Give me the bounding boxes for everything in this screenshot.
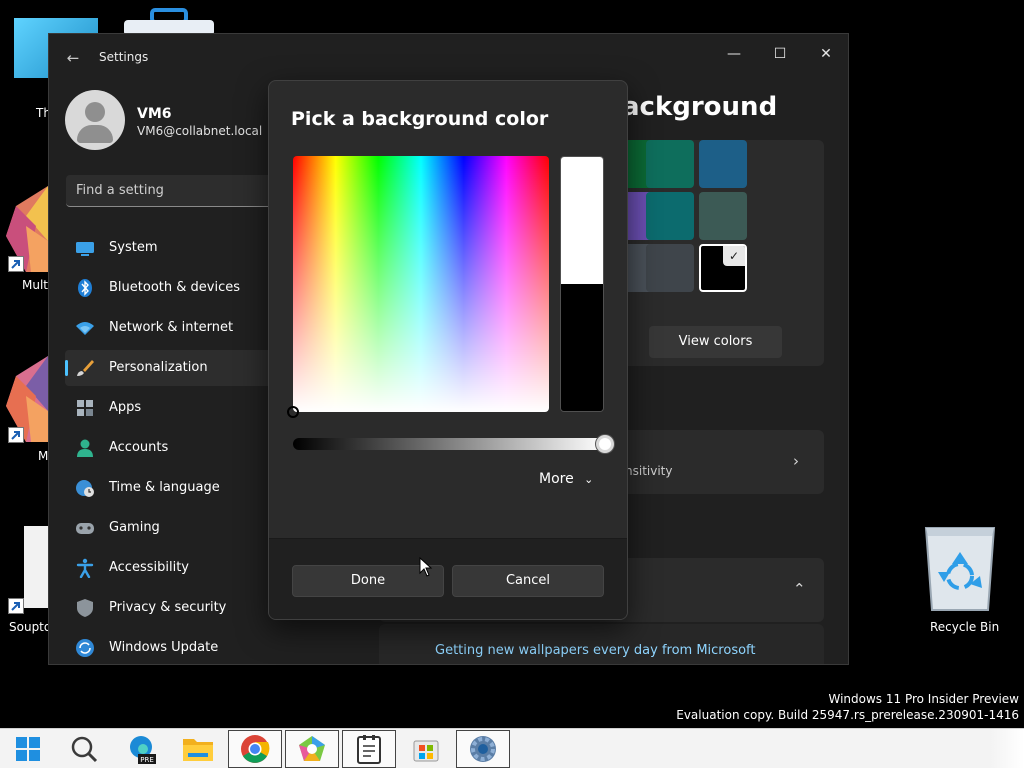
shortcut-arrow-icon — [8, 427, 24, 443]
color-preview — [560, 156, 604, 412]
back-button[interactable]: ← — [61, 48, 85, 68]
sidebar-item-label: Accessibility — [109, 560, 189, 575]
color-swatch[interactable] — [699, 192, 747, 240]
chevron-up-icon[interactable]: ⌃ — [793, 580, 806, 598]
sidebar-item-label: Privacy & security — [109, 600, 227, 615]
shortcut-arrow-icon — [8, 256, 24, 272]
color-swatch[interactable] — [646, 140, 694, 188]
bluetooth-icon — [75, 278, 95, 298]
selected-color-swatch[interactable]: ✓ — [699, 244, 747, 292]
gamepad-icon — [75, 518, 95, 538]
window-title: Settings — [99, 50, 149, 64]
contrast-description: nsitivity — [625, 464, 673, 478]
sidebar-item-label: Gaming — [109, 520, 160, 535]
taskbar: PRE — [0, 728, 1024, 768]
windows-watermark: Windows 11 Pro Insider Preview Evaluatio… — [676, 691, 1019, 723]
watermark-line-2: Evaluation copy. Build 25947.rs_prerelea… — [676, 708, 1019, 722]
view-colors-button[interactable]: View colors — [649, 326, 782, 358]
svg-text:PRE: PRE — [140, 756, 154, 764]
color-swatch[interactable] — [646, 192, 694, 240]
title-bar[interactable]: ← Settings — ☐ ✕ — [49, 34, 848, 82]
close-button[interactable]: ✕ — [803, 39, 848, 69]
taskbar-store[interactable] — [399, 730, 453, 768]
sidebar-item-label: System — [109, 240, 158, 255]
value-slider-thumb[interactable] — [596, 435, 614, 453]
apps-icon — [75, 398, 95, 418]
dialog-title: Pick a background color — [291, 108, 549, 130]
spectrum-handle[interactable] — [287, 406, 299, 418]
maximize-button[interactable]: ☐ — [757, 39, 803, 69]
globe-clock-icon — [75, 478, 95, 498]
person-icon — [75, 438, 95, 458]
settings-icon — [470, 736, 496, 762]
page-title: ackground — [622, 92, 778, 122]
sidebar-item-label: Bluetooth & devices — [109, 280, 240, 295]
search-placeholder: Find a setting — [76, 183, 164, 198]
taskbar-notepad[interactable] — [342, 730, 396, 768]
chevron-down-icon: ⌄ — [584, 473, 594, 486]
shield-icon — [75, 598, 95, 618]
avatar — [65, 90, 125, 150]
brush-icon — [75, 358, 95, 378]
arrow-left-icon: ← — [66, 49, 80, 67]
color-swatch[interactable] — [646, 244, 694, 292]
sidebar-item-label: Windows Update — [109, 640, 219, 655]
selected-color-preview — [561, 284, 603, 411]
active-indicator — [65, 360, 68, 376]
taskbar-settings[interactable] — [456, 730, 510, 768]
desktop-icon-3-label: M — [38, 449, 49, 463]
minimize-button[interactable]: — — [711, 39, 757, 69]
sidebar-item-label: Time & language — [109, 480, 220, 495]
file-explorer-icon — [183, 739, 213, 761]
update-icon — [75, 638, 95, 658]
user-name: VM6 — [137, 106, 172, 122]
edge-pre-icon: PRE — [130, 736, 156, 764]
user-email: VM6@collabnet.local — [137, 124, 263, 138]
taskbar-file-explorer[interactable] — [171, 730, 225, 768]
taskbar-search-button[interactable] — [57, 730, 111, 768]
sidebar-item-label: Personalization — [109, 360, 208, 375]
desktop-icon-2-label: Mult — [22, 278, 48, 292]
copilot-icon — [299, 736, 325, 761]
watermark-line-1: Windows 11 Pro Insider Preview — [828, 692, 1019, 706]
chevron-right-icon: › — [793, 452, 799, 470]
color-picker-dialog: Pick a background color More ⌄ Done Canc… — [268, 80, 628, 620]
color-spectrum[interactable] — [287, 156, 549, 418]
notepad-icon — [357, 735, 381, 764]
taskbar-copilot[interactable] — [285, 730, 339, 768]
taskbar-chrome[interactable] — [228, 730, 282, 768]
checkmark-icon: ✓ — [723, 246, 745, 266]
wallpaper-link[interactable]: Getting new wallpapers every day from Mi… — [435, 643, 756, 658]
sidebar-item-label: Apps — [109, 400, 142, 415]
sidebar-item-label: Accounts — [109, 440, 169, 455]
color-swatch[interactable] — [699, 140, 747, 188]
recycle-bin-label: Recycle Bin — [930, 620, 1000, 634]
recycle-bin-icon[interactable] — [922, 524, 998, 612]
previous-color-preview — [561, 157, 603, 284]
system-icon — [75, 238, 95, 258]
desktop-icon-4[interactable] — [24, 526, 48, 608]
store-icon — [413, 740, 439, 762]
more-button[interactable]: More ⌄ — [539, 471, 593, 487]
dialog-footer: Done Cancel — [269, 538, 627, 619]
mouse-cursor-icon — [419, 556, 433, 577]
start-icon — [16, 737, 40, 761]
briefcase-icon[interactable] — [122, 8, 216, 36]
start-button[interactable] — [1, 730, 55, 768]
more-label: More — [539, 471, 574, 487]
accessibility-icon — [75, 558, 95, 579]
sidebar-item-windows-update[interactable]: Windows Update — [65, 630, 325, 664]
show-desktop-button[interactable] — [990, 729, 1024, 768]
cancel-button[interactable]: Cancel — [452, 565, 604, 597]
value-slider[interactable] — [293, 435, 614, 453]
chrome-icon — [241, 735, 270, 763]
wifi-icon — [75, 318, 95, 338]
search-icon — [71, 736, 98, 763]
shortcut-arrow-icon — [8, 598, 24, 614]
desktop-icon-4-label: Souptо — [9, 620, 52, 634]
taskbar-edge-pre[interactable]: PRE — [114, 730, 168, 768]
sidebar-item-label: Network & internet — [109, 320, 234, 335]
